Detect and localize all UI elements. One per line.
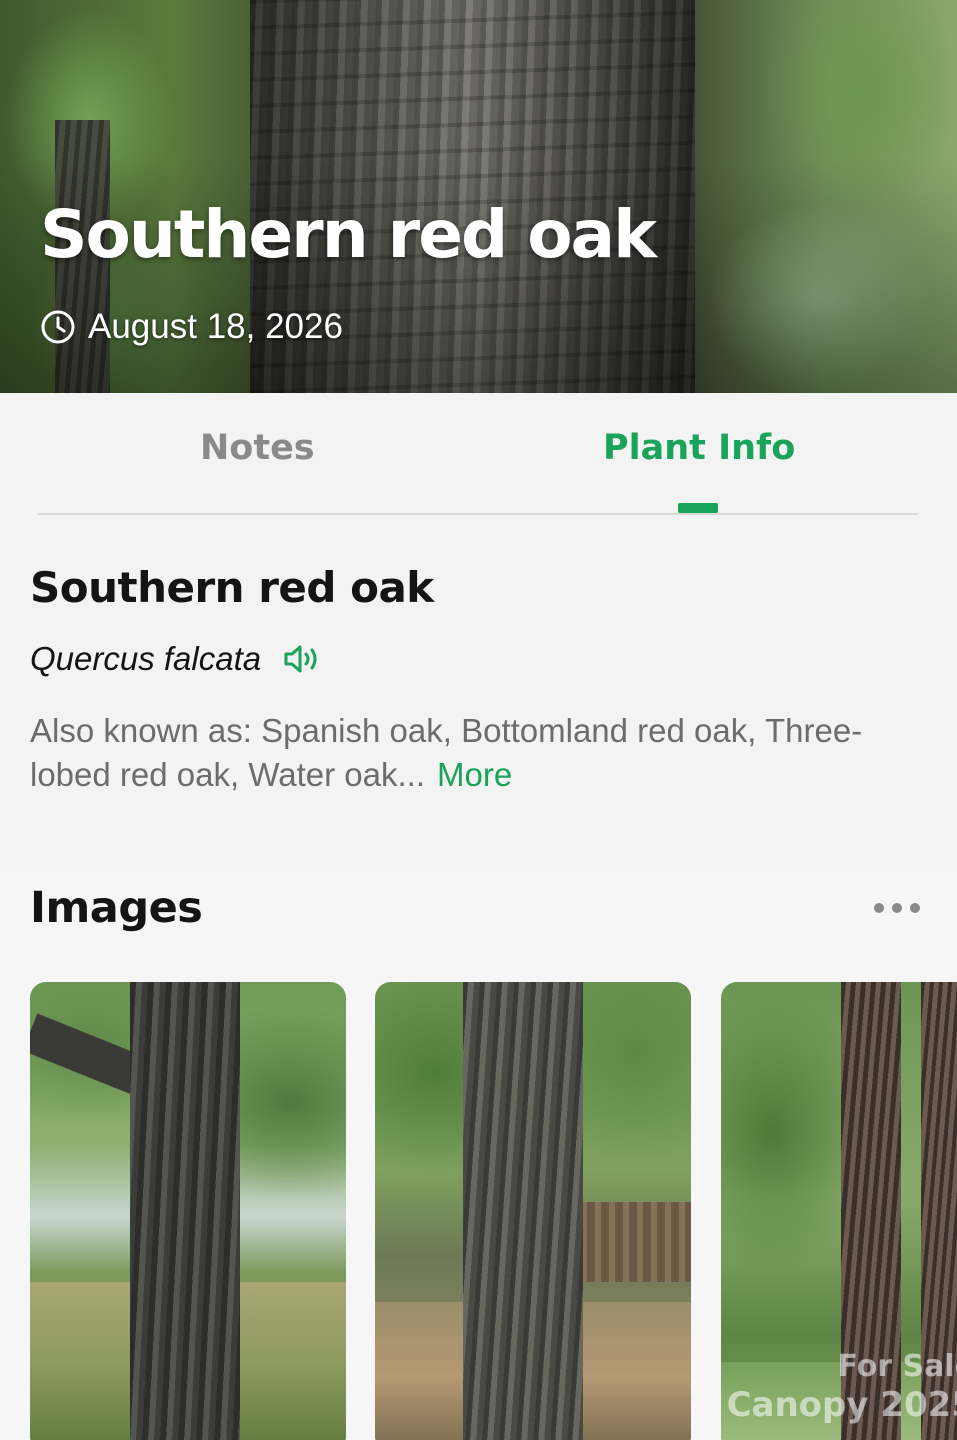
- watermark-top: For Sale: [837, 1349, 957, 1384]
- active-tab-indicator: [678, 503, 718, 513]
- watermark: For Sale Canopy 2025: [727, 1348, 957, 1424]
- images-section: Images For Sale Canopy 2025: [0, 865, 957, 1440]
- image-thumbnail-oak-trunk-yard[interactable]: [375, 982, 691, 1440]
- hero-date-text: August 18, 2026: [88, 307, 343, 346]
- more-dots-icon[interactable]: [870, 900, 924, 916]
- scientific-name: Quercus falcata: [30, 640, 262, 677]
- plant-detail-page: Southern red oak August 18, 2026 Notes P…: [0, 0, 957, 1440]
- more-link[interactable]: More: [437, 756, 512, 793]
- watermark-bottom: Canopy 2025: [726, 1385, 957, 1425]
- scientific-name-row: Quercus falcata: [30, 637, 321, 681]
- plant-info-section: Southern red oak Quercus falcata Also kn…: [0, 515, 957, 865]
- thumbnail-trunk: [463, 982, 583, 1440]
- images-title: Images: [30, 883, 203, 933]
- also-known-as: Also known as: Spanish oak, Bottomland r…: [30, 709, 930, 797]
- common-name: Southern red oak: [30, 563, 434, 612]
- image-thumbnail-oak-trunk-field[interactable]: [30, 982, 346, 1440]
- hero-date: August 18, 2026: [40, 307, 343, 347]
- clock-icon: [41, 310, 75, 344]
- thumbnail-trunk: [130, 982, 240, 1440]
- tab-notes[interactable]: Notes: [200, 428, 315, 472]
- hero-image: Southern red oak August 18, 2026: [0, 0, 957, 393]
- tab-plant-info[interactable]: Plant Info: [603, 428, 795, 472]
- image-thumbnail-oak-trunks-woods[interactable]: For Sale Canopy 2025: [721, 982, 957, 1440]
- hero-title: Southern red oak: [40, 196, 657, 273]
- tab-bar: Notes Plant Info: [0, 393, 957, 515]
- speaker-icon[interactable]: [283, 643, 321, 675]
